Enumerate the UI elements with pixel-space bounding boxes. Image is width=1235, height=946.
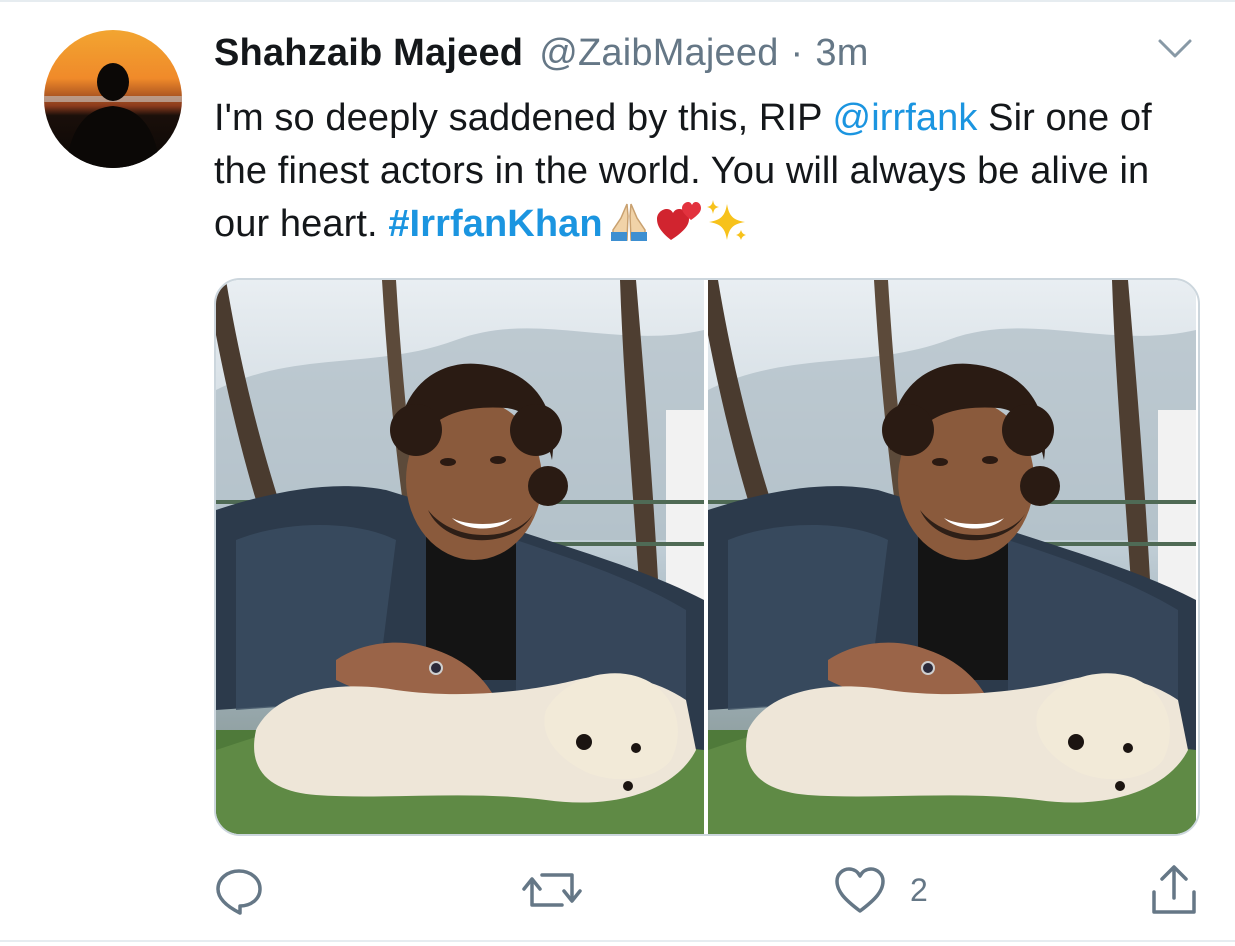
- reply-icon: [214, 865, 264, 915]
- heart-icon: [834, 865, 886, 915]
- user-handle[interactable]: @ZaibMajeed: [539, 32, 778, 75]
- share-icon: [1150, 864, 1198, 916]
- tweet-photo[interactable]: [708, 280, 1196, 834]
- two-hearts-emoji: [655, 198, 701, 257]
- chevron-down-icon[interactable]: [1156, 36, 1194, 62]
- separator-dot: ·: [790, 32, 804, 74]
- mention-link[interactable]: @irrfank: [833, 97, 978, 139]
- timestamp[interactable]: 3m: [815, 32, 868, 75]
- tweet-text-part: I'm so deeply saddened by this, RIP: [214, 97, 833, 139]
- share-button[interactable]: [1150, 860, 1198, 920]
- tweet[interactable]: Shahzaib Majeed @ZaibMajeed · 3m I'm so …: [0, 0, 1235, 946]
- like-count: 2: [910, 871, 928, 908]
- folded-hands-emoji: [607, 202, 651, 257]
- tweet-header: Shahzaib Majeed @ZaibMajeed · 3m: [214, 32, 869, 84]
- sparkles-emoji: [705, 198, 749, 257]
- tweet-text: I'm so deeply saddened by this, RIP @irr…: [214, 92, 1204, 257]
- reply-button[interactable]: [214, 860, 264, 920]
- display-name[interactable]: Shahzaib Majeed: [214, 32, 523, 75]
- tweet-photo[interactable]: [216, 280, 704, 834]
- media-grid: [214, 278, 1200, 836]
- divider: [0, 940, 1235, 942]
- like-button[interactable]: 2: [834, 860, 928, 920]
- divider: [0, 0, 1235, 2]
- hashtag-link[interactable]: #IrrfanKhan: [388, 203, 602, 245]
- tweet-actions: 2: [0, 860, 1235, 920]
- retweet-icon: [522, 865, 582, 915]
- avatar[interactable]: [44, 30, 182, 168]
- retweet-button[interactable]: [522, 860, 582, 920]
